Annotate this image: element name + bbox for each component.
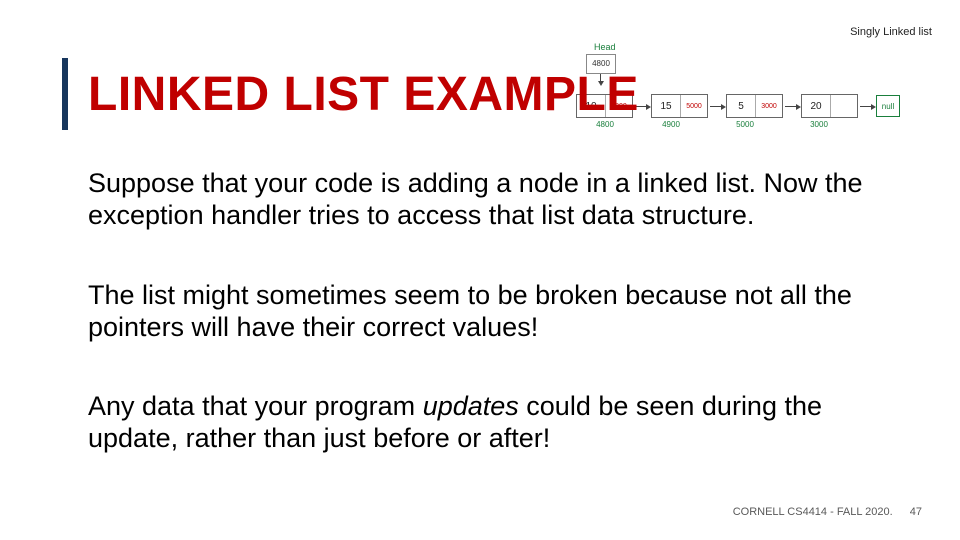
node-data: 20: [802, 95, 831, 117]
node-pointer: 5000: [681, 95, 707, 117]
list-node: 15 5000: [651, 94, 708, 118]
node-pointer: [831, 95, 857, 117]
list-node: 20: [801, 94, 858, 118]
title-block: LINKED LIST EXAMPLE: [62, 58, 639, 130]
paragraph: Suppose that your code is adding a node …: [88, 168, 898, 232]
node-pointer: 3000: [756, 95, 782, 117]
arrow-icon: [710, 106, 724, 107]
arrow-icon: [860, 106, 874, 107]
node-data: 5: [727, 95, 756, 117]
course-label: CORNELL CS4414 - FALL 2020.: [733, 506, 893, 518]
diagram-title: Singly Linked list: [576, 26, 932, 38]
node-address: 5000: [708, 120, 782, 129]
footer: CORNELL CS4414 - FALL 2020. 47: [733, 506, 922, 518]
arrow-icon: [785, 106, 799, 107]
node-address: 4900: [634, 120, 708, 129]
node-address: 3000: [782, 120, 856, 129]
paragraph: The list might sometimes seem to be brok…: [88, 280, 898, 344]
body-text: Suppose that your code is adding a node …: [88, 168, 898, 503]
node-data: 15: [652, 95, 681, 117]
text-run: Any data that your program: [88, 391, 423, 421]
paragraph: Any data that your program updates could…: [88, 391, 898, 455]
null-box: null: [876, 95, 900, 117]
title-accent-bar: [62, 58, 68, 130]
slide-number: 47: [910, 506, 922, 518]
slide: Singly Linked list Head 4800 10 4900 15 …: [0, 0, 960, 540]
slide-title: LINKED LIST EXAMPLE: [88, 67, 639, 122]
emphasis: updates: [423, 391, 519, 421]
head-label: Head: [594, 42, 946, 52]
list-node: 5 3000: [726, 94, 783, 118]
